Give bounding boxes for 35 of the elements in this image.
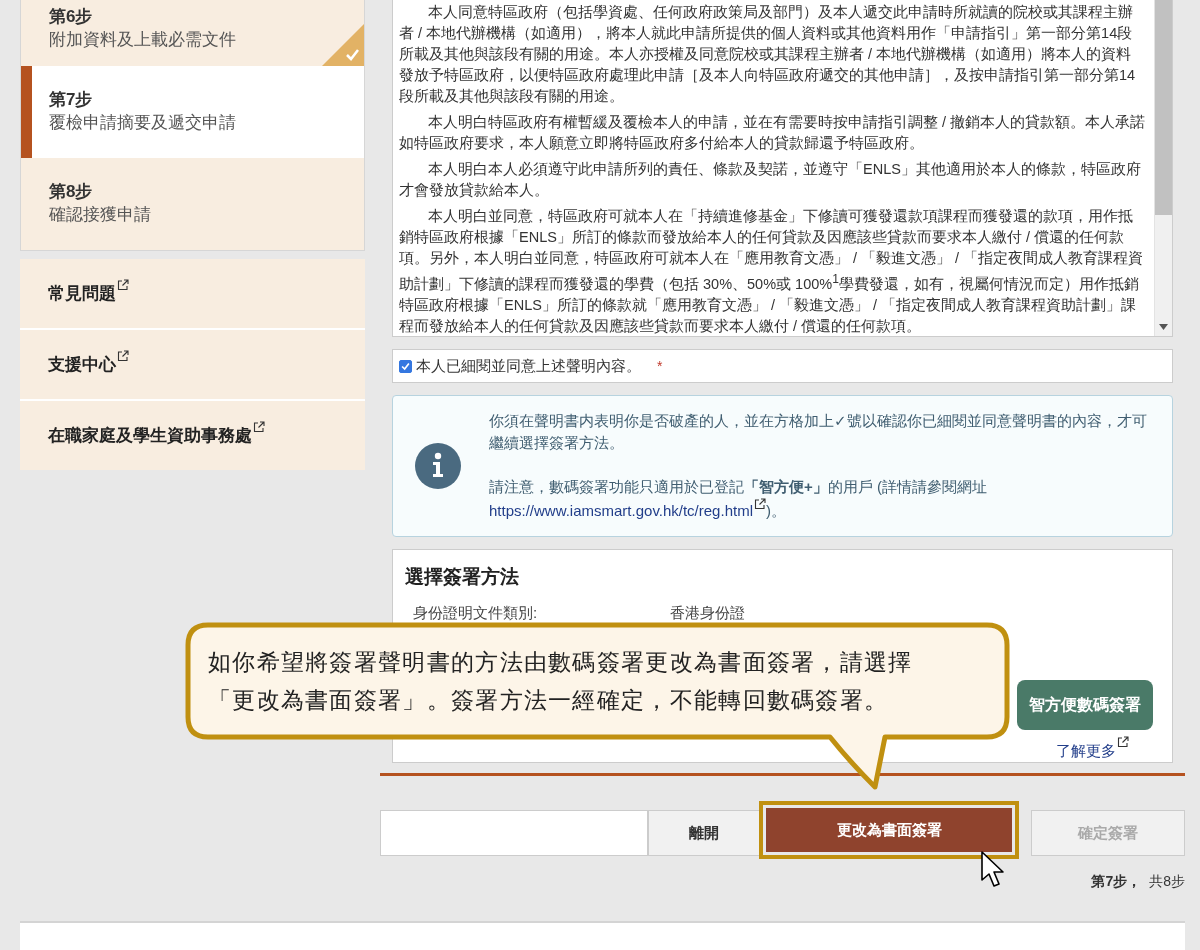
step-total: 共8步 [1149,873,1185,889]
required-mark: * [657,358,663,374]
digital-signing-button[interactable]: 智方便數碼簽署 [1017,680,1153,730]
scrollbar[interactable] [1154,0,1172,336]
sidebar-link[interactable]: 在職家庭及學生資助事務處 [20,401,365,470]
current-step: 第7步， [1091,873,1142,889]
section-title: 選擇簽署方法 [405,565,520,589]
field-label: 身份證明文件類別: [413,604,539,623]
external-link-icon [117,350,129,362]
step-item[interactable]: 第7步 覆檢申請摘要及遞交申請 [21,66,364,158]
mouse-pointer-icon [980,850,1004,888]
info-note-end: )。 [765,502,786,519]
info-message: 你須在聲明書内表明你是否破產的人，並在方格加上✓號以確認你已細閱並同意聲明書的內容，才可繼續選擇簽署方法。 [489,411,1148,453]
external-link-icon [117,279,129,291]
declaration-paragraph: 本人同意特區政府（包括學資處、任何政府政策局及部門）及本人遞交此申請時所就讀的院校或其課程主辦者 / 本地代辦機構（如適用），將本人就此申請所提供的個人資料或其他資料用作「申請指引」第一部分第14段所載及其他與該段有關的用途。本人亦授權及同意院校或其課程主辦者 / 本地代辦機構（如適用）將本人的資料發放予特區政府，以便特區政府處理此申請［及本人向特區政府遞交的其他申請］，及按申請指引第一部分第14段所載及其他與該段有關的用途。 [399,3,1137,106]
sidebar-link[interactable]: 常見問題 [20,259,365,330]
nav-button[interactable]: 更改為書面簽署 [766,808,1013,852]
callout-text: 如你希望將簽署聲明書的方法由數碼簽署更改為書面簽署，請選擇 「更改為書面簽署」。簽署方法一經確定，不能轉回數碼簽署。 [208,648,913,715]
external-link-icon [253,421,265,433]
external-link-icon [1116,736,1129,748]
learn-more-link[interactable]: 了解更多 [1055,736,1129,761]
sidebar-link[interactable]: 支援中心 [20,330,365,401]
scroll-down-arrow-icon[interactable] [1159,324,1168,330]
nav-button[interactable]: 離開 [647,810,761,856]
declaration-paragraph: 本人明白並同意，特區政府可就本人在「持續進修基金」下修讀可獲發還款項課程而獲發還的款項，用作抵銷特區政府根據「ENLS」所訂的條款而發放給本人的任何貸款及因應該些貸款而要求本人繳付 / 償還的任何款項。另外，本人明白並同意，特區政府可就本人在「應用教育文憑」 / 「毅進文憑」 / 「指定夜間成人教育課程資助計劃」下修讀的課程而獲發還的學費（包括 30%、50%或 100%$^{1}$學費發還，如有，視屬何情況而定）用作抵銷特區政府根據「ENLS」所訂的條款就「應用教育文憑」 / 「毅進文憑」 / 「指定夜間成人教育課程資助計劃」課程而發放給本人的任何貸款及因應該些貸款而要求本人繳付 / 償還的任何款項。 [399,207,1145,336]
field-value: 香港身份證 [670,604,745,623]
declaration-paragraph: 本人明白特區政府有權暫緩及覆檢本人的申請，並在有需要時按申請指引調整 / 撤銷本人的貸款額。本人承諾如特區政府要求，本人願意立即將特區政府多付給本人的貸款歸還予特區政府。 [399,113,1146,153]
check-icon [322,24,364,66]
external-link-icon [753,498,766,510]
iamsmart-link[interactable]: https://www.iamsmart.gov.hk/tc/reg.html [489,498,766,522]
info-note: 請注意，數碼簽署功能只適用於已登記「智方便+」的用戶 (詳情請參閱網址 [489,478,987,495]
info-icon [415,443,461,489]
declaration-paragraph: 本人明白本人必須遵守此申請所列的責任、條款及契諾，並遵守「ENLS」其他適用於本人的條款，特區政府才會發放貸款給本人。 [399,160,1142,200]
agree-checkbox[interactable] [399,359,412,373]
agree-label: 本人已細閱並同意上述聲明內容。 [416,356,641,376]
